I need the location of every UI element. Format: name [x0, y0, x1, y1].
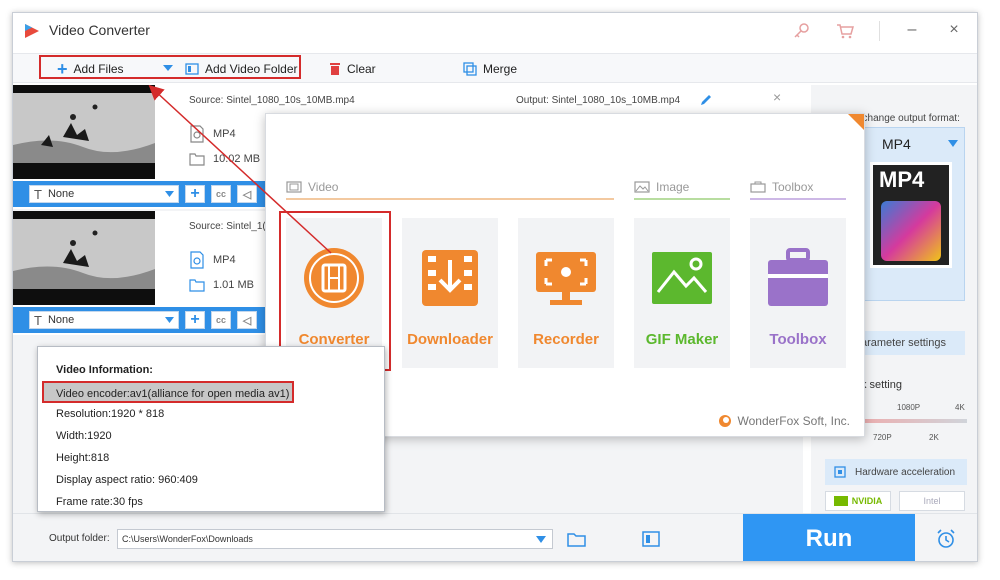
app-window: Video Converter – × + Add Files Add Vide [12, 12, 978, 562]
height-line: Height:818 [56, 452, 110, 464]
aspect-ratio-line: Display aspect ratio: 960:409 [56, 474, 198, 486]
video-encoder-line: Video encoder:av1(alliance for open medi… [42, 381, 294, 403]
resolution-line: Resolution:1920 * 818 [56, 408, 165, 420]
width-line: Width:1920 [56, 430, 112, 442]
video-info-title: Video Information: [56, 364, 153, 376]
frame-rate-line: Frame rate:30 fps [56, 496, 143, 508]
video-info-popup: Video Information: Video encoder:av1(all… [37, 346, 385, 512]
